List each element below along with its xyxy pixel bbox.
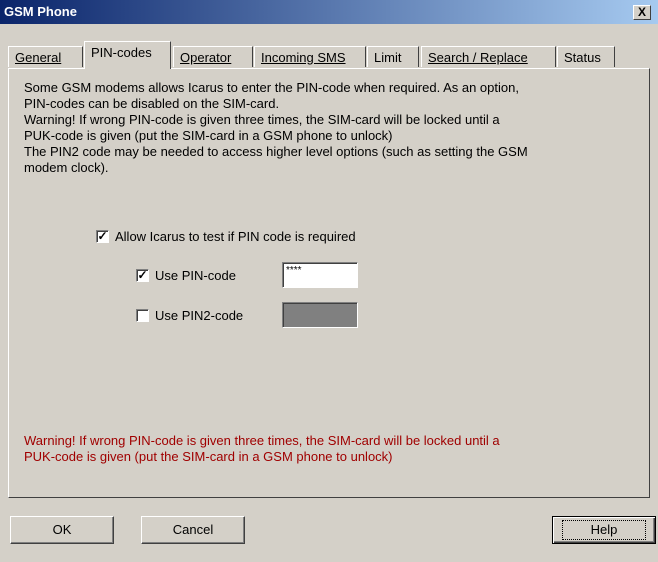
tab-general-label: General [15,50,62,65]
help-button-label: Help [561,520,647,540]
tab-search-replace[interactable]: Search / Replace [421,46,556,67]
allow-test-label: Allow Icarus to test if PIN code is requ… [115,229,356,244]
tab-strip: General PIN-codes Operator Incoming SMS … [8,38,648,69]
help-button[interactable]: Help [552,516,656,544]
tab-incoming-sms-label: Incoming SMS [261,50,346,65]
ok-button[interactable]: OK [10,516,114,544]
tab-status-label: Status [564,50,601,65]
title-bar: GSM Phone X [0,0,658,24]
info-line: Some GSM modems allows Icarus to enter t… [24,80,519,95]
tab-status[interactable]: Status [557,46,615,67]
warning-text: Warning! If wrong PIN-code is given thre… [24,433,634,465]
tab-operator-label: Operator [180,50,232,65]
allow-test-check-box[interactable]: ✓ [96,230,109,243]
info-line: modem clock). [24,160,109,175]
use-pin2-check-box[interactable] [136,309,149,322]
info-line: The PIN2 code may be needed to access hi… [24,144,528,159]
tab-pin-codes-label: PIN-codes [91,45,152,60]
gsm-phone-dialog: GSM Phone X General PIN-codes Operator I… [0,0,658,562]
use-pin2-label: Use PIN2-code [155,308,244,323]
tab-operator[interactable]: Operator [173,46,253,67]
pin2-code-input [282,302,358,328]
warning-line: PUK-code is given (put the SIM-card in a… [24,449,393,464]
info-line: PIN-codes can be disabled on the SIM-car… [24,96,280,111]
tab-general[interactable]: General [8,46,83,67]
allow-test-checkbox[interactable]: ✓ Allow Icarus to test if PIN code is re… [96,229,356,244]
info-text: Some GSM modems allows Icarus to enter t… [24,80,634,176]
tab-limit[interactable]: Limit [367,46,419,67]
tab-search-replace-label: Search / Replace [428,50,528,65]
tab-incoming-sms[interactable]: Incoming SMS [254,46,366,67]
window-title: GSM Phone [4,4,77,19]
tab-pin-codes[interactable]: PIN-codes [84,41,171,69]
info-line: PUK-code is given (put the SIM-card in a… [24,128,393,143]
use-pin-checkbox[interactable]: ✓ Use PIN-code [136,268,236,283]
tab-limit-label: Limit [374,50,402,65]
use-pin2-checkbox[interactable]: Use PIN2-code [136,308,243,323]
use-pin-check-box[interactable]: ✓ [136,269,149,282]
use-pin-label: Use PIN-code [155,268,236,283]
info-line: Warning! If wrong PIN-code is given thre… [24,112,500,127]
cancel-button[interactable]: Cancel [141,516,245,544]
close-button[interactable]: X [633,5,651,20]
pin-code-input[interactable]: **** [282,262,358,288]
warning-line: Warning! If wrong PIN-code is given thre… [24,433,500,448]
